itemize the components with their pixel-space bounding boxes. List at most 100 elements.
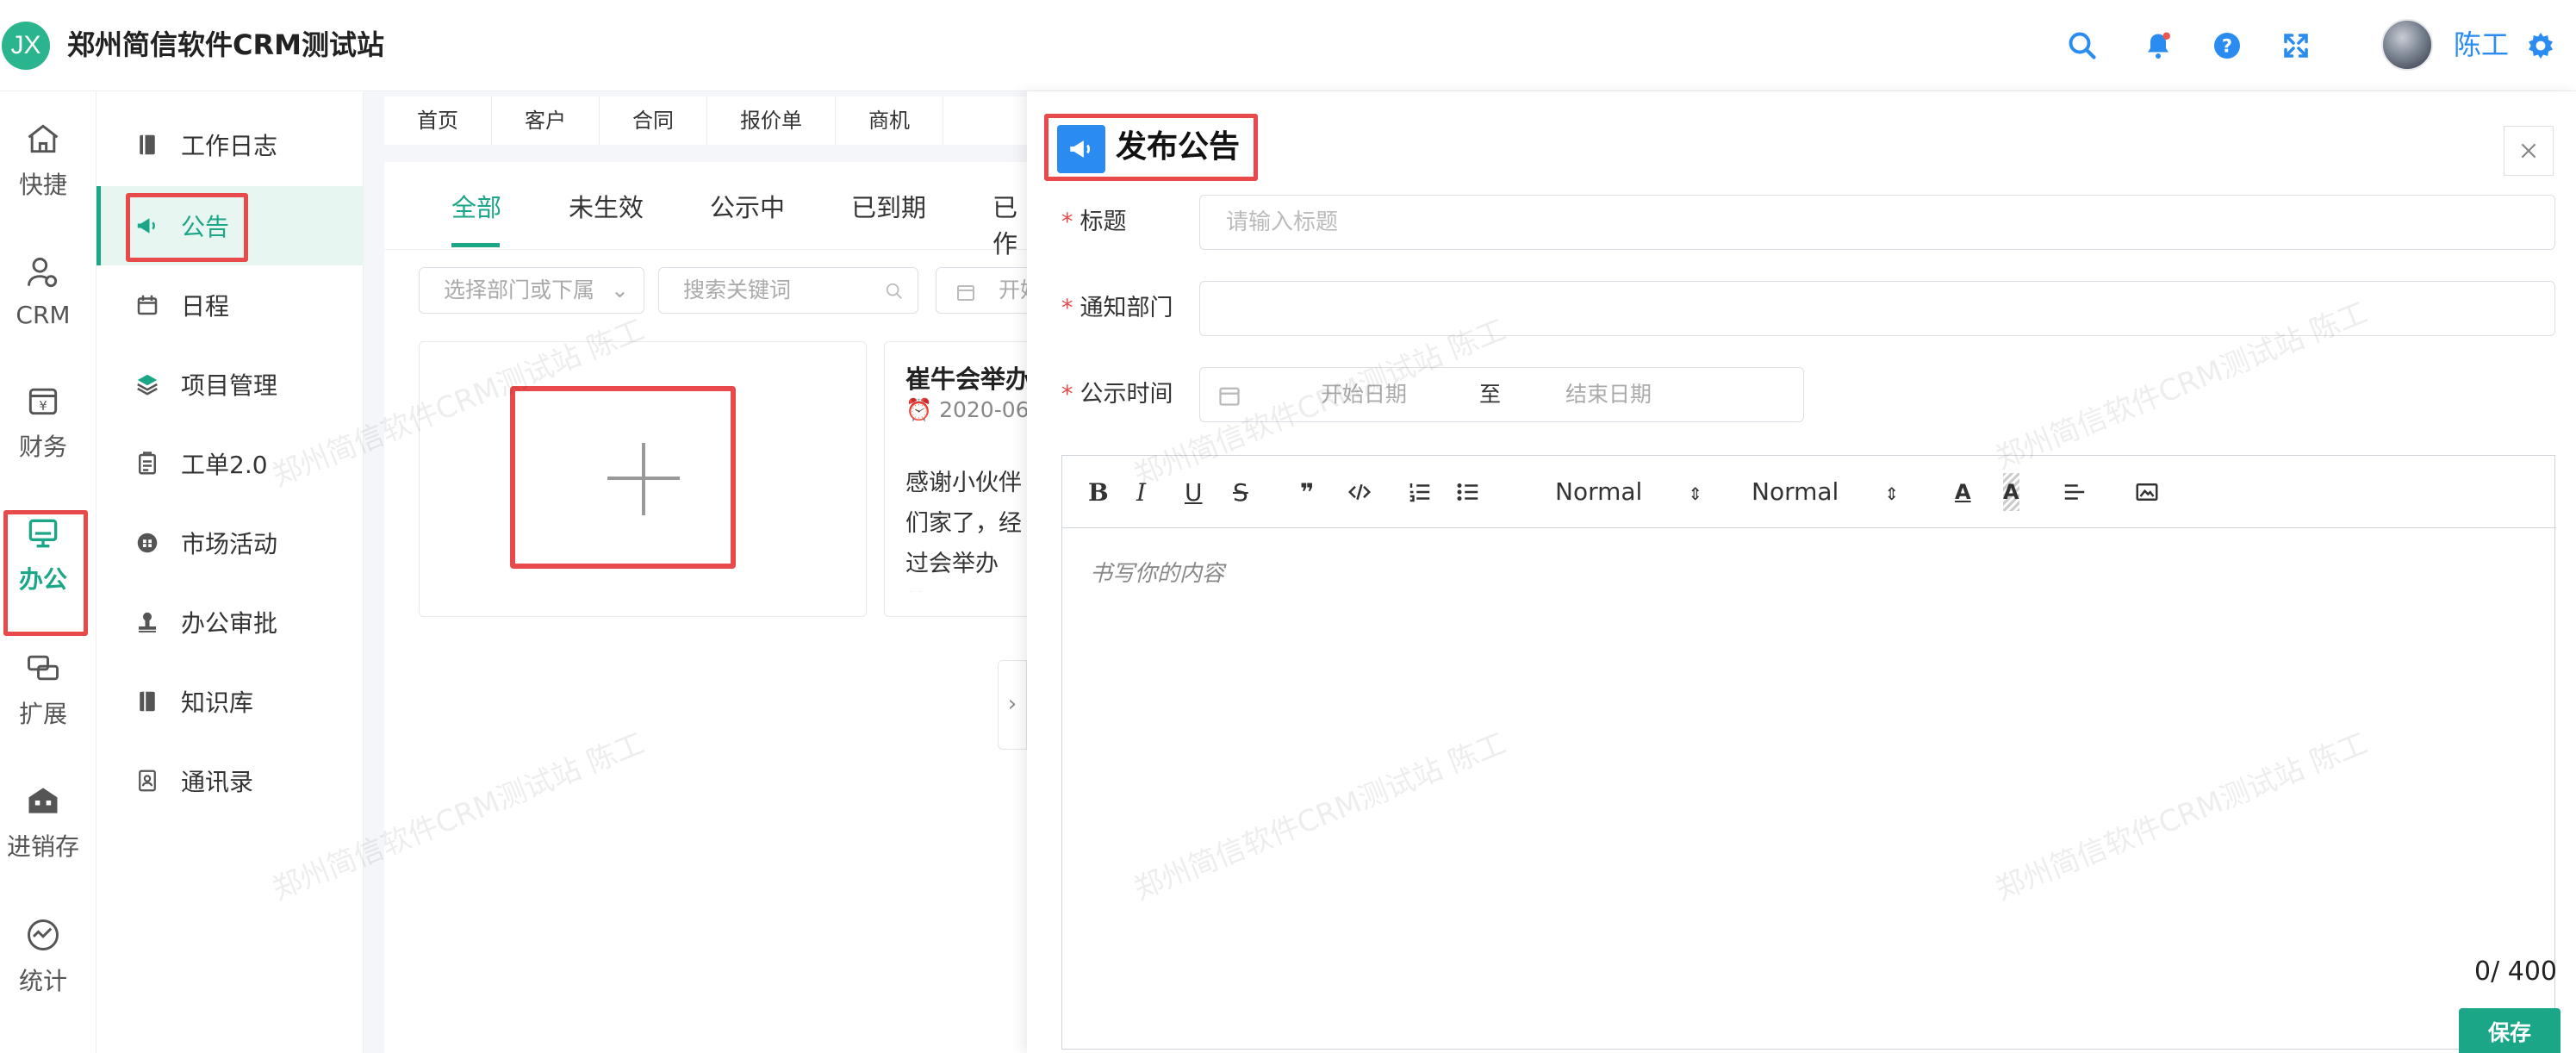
tab-quote[interactable]: 报价单	[707, 97, 836, 145]
rail-item-crm[interactable]: CRM	[0, 240, 86, 343]
rail-item-quick[interactable]: 快捷	[0, 109, 86, 212]
filter-tab-all[interactable]: 全部	[451, 188, 501, 224]
top-bar: JX 郑州简信软件CRM测试站 ? 陈工	[0, 0, 2576, 91]
user-name[interactable]: 陈工	[2454, 26, 2509, 64]
start-date-input[interactable]: 开始日期	[1321, 368, 1407, 421]
notice-filter-tabs: 全部 未生效 公示中 已到期 已作	[384, 162, 1032, 259]
search-input[interactable]: 搜索关键词	[658, 267, 918, 314]
rail-item-store[interactable]: 进销存	[0, 770, 86, 874]
search-input-placeholder: 搜索关键词	[683, 277, 792, 302]
avatar[interactable]	[2381, 19, 2433, 71]
secondary-menu: 工作日志 公告 日程 项目管理 工单2.0 市场活动 办公审批 知识库 通讯录	[96, 91, 364, 1053]
header-select[interactable]: Normal ⇕	[1555, 473, 1702, 511]
publish-notice-drawer: 发布公告 * 标题 请输入标题 * 通知部门 * 公示时间 开始日期 至 结束日期 B…	[1027, 91, 2576, 1053]
add-notice-button[interactable]	[510, 386, 736, 569]
menu-item-notice[interactable]: 公告	[96, 186, 364, 265]
background-color-button[interactable]: A	[2003, 473, 2019, 511]
bullet-list-button[interactable]	[1455, 473, 1481, 511]
date-range-picker[interactable]: 开始日期 至 结束日期	[1199, 367, 1804, 422]
calendar-icon	[137, 295, 158, 315]
menu-label: 办公审批	[181, 609, 278, 638]
menu-item-ticket[interactable]: 工单2.0	[96, 424, 364, 503]
tab-opportunity[interactable]: 商机	[836, 97, 943, 145]
menu-item-approval[interactable]: 办公审批	[96, 583, 364, 662]
dept-label-text: 通知部门	[1080, 295, 1173, 321]
fullscreen-icon[interactable]	[2274, 24, 2318, 67]
calendar-icon	[1219, 387, 1240, 406]
close-button[interactable]	[2504, 126, 2554, 176]
notice-panel: 全部 未生效 公示中 已到期 已作 选择部门或下属 ⌄ 搜索关键词 开始 崔牛会…	[384, 162, 1032, 1053]
notice-card-date-text: 2020-06-0	[939, 397, 1032, 422]
title-input-placeholder: 请输入标题	[1226, 209, 1339, 235]
underline-button[interactable]: U	[1185, 473, 1203, 511]
drawer-collapse-toggle[interactable]: ›	[998, 660, 1027, 750]
notice-card-date: ⏰ 2020-06-0	[905, 397, 1032, 423]
notice-card-body: 感谢小伙伴们家了，经过会举办的“软	[905, 470, 1022, 592]
crm-user-icon	[28, 257, 58, 287]
time-field-label: * 公示时间	[1061, 381, 1173, 408]
quote-button[interactable]: ❞	[1300, 473, 1314, 511]
menu-item-worklog[interactable]: 工作日志	[96, 105, 364, 184]
notice-card-title: 崔牛会举办	[905, 364, 1031, 394]
menu-label: 公告	[181, 213, 230, 241]
svg-text:¥: ¥	[39, 399, 47, 414]
drawer-header: 发布公告	[1044, 114, 1258, 181]
extend-icon	[28, 655, 59, 681]
filter-tab-active[interactable]: 公示中	[710, 188, 785, 224]
gear-icon[interactable]	[2519, 24, 2562, 67]
menu-label: 工作日志	[181, 132, 278, 160]
code-button[interactable]	[1347, 473, 1372, 511]
dept-select[interactable]: 选择部门或下属 ⌄	[419, 267, 644, 314]
notify-dept-input[interactable]	[1199, 281, 2555, 336]
menu-label: 项目管理	[181, 371, 278, 400]
filter-tab-pending[interactable]: 未生效	[569, 188, 644, 224]
search-icon[interactable]	[2061, 24, 2104, 67]
rail-label: 快捷	[18, 171, 67, 199]
menu-item-marketing[interactable]: 市场活动	[96, 503, 364, 583]
font-color-button[interactable]: A	[1955, 473, 1971, 511]
rail-label: 进销存	[6, 832, 79, 861]
rail-item-office[interactable]: 办公	[0, 503, 86, 607]
editor-content[interactable]: 书写你的内容	[1090, 556, 1224, 588]
stats-icon	[28, 919, 59, 950]
help-icon[interactable]: ?	[2206, 24, 2249, 67]
title-label-text: 标题	[1080, 209, 1127, 235]
chevron-down-icon: ⌄	[611, 277, 629, 302]
tab-contract[interactable]: 合同	[600, 97, 707, 145]
notice-card[interactable]: 崔牛会举办 ⏰ 2020-06-0 感谢小伙伴们家了，经过会举办的“软	[884, 341, 1032, 617]
italic-button[interactable]: I	[1136, 473, 1146, 511]
menu-item-schedule[interactable]: 日程	[96, 265, 364, 345]
end-date-input[interactable]: 结束日期	[1565, 368, 1652, 421]
chevron-right-icon: ›	[1007, 691, 1017, 717]
date-filter[interactable]: 开始	[936, 267, 1032, 314]
rail-item-extend[interactable]: 扩展	[0, 638, 86, 741]
size-select[interactable]: Normal ⇕	[1752, 473, 1899, 511]
filter-tab-expired[interactable]: 已到期	[851, 188, 926, 224]
menu-item-knowledge[interactable]: 知识库	[96, 662, 364, 741]
strikethrough-button[interactable]: S	[1233, 473, 1248, 511]
size-select-value: Normal	[1752, 477, 1839, 506]
menu-item-contacts[interactable]: 通讯录	[96, 741, 364, 820]
code-icon	[1347, 483, 1372, 501]
rail-item-stats[interactable]: 统计	[0, 905, 86, 1008]
tab-customer[interactable]: 客户	[492, 97, 600, 145]
image-icon	[2136, 483, 2158, 501]
bell-icon[interactable]	[2137, 24, 2180, 67]
rail-item-finance[interactable]: ¥ 财务	[0, 371, 86, 474]
image-button[interactable]	[2134, 473, 2160, 511]
editor-toolbar: B I U S ❞ Normal ⇕ Normal ⇕ A A	[1062, 456, 2556, 528]
rail-label: 办公	[18, 565, 67, 594]
tab-home[interactable]: 首页	[384, 97, 492, 145]
active-tab-indicator	[451, 243, 500, 247]
ordered-list-button[interactable]	[1407, 473, 1433, 511]
rail-label: 财务	[18, 433, 67, 461]
save-button[interactable]: 保存	[2459, 1008, 2560, 1053]
journal-icon	[140, 134, 155, 155]
menu-item-project[interactable]: 项目管理	[96, 345, 364, 424]
menu-label: 市场活动	[181, 530, 278, 558]
bold-button[interactable]: B	[1088, 473, 1109, 511]
drawer-title: 发布公告	[1116, 129, 1241, 165]
rail-label: 扩展	[18, 700, 67, 728]
title-input[interactable]: 请输入标题	[1199, 195, 2555, 250]
align-button[interactable]	[2062, 473, 2088, 511]
